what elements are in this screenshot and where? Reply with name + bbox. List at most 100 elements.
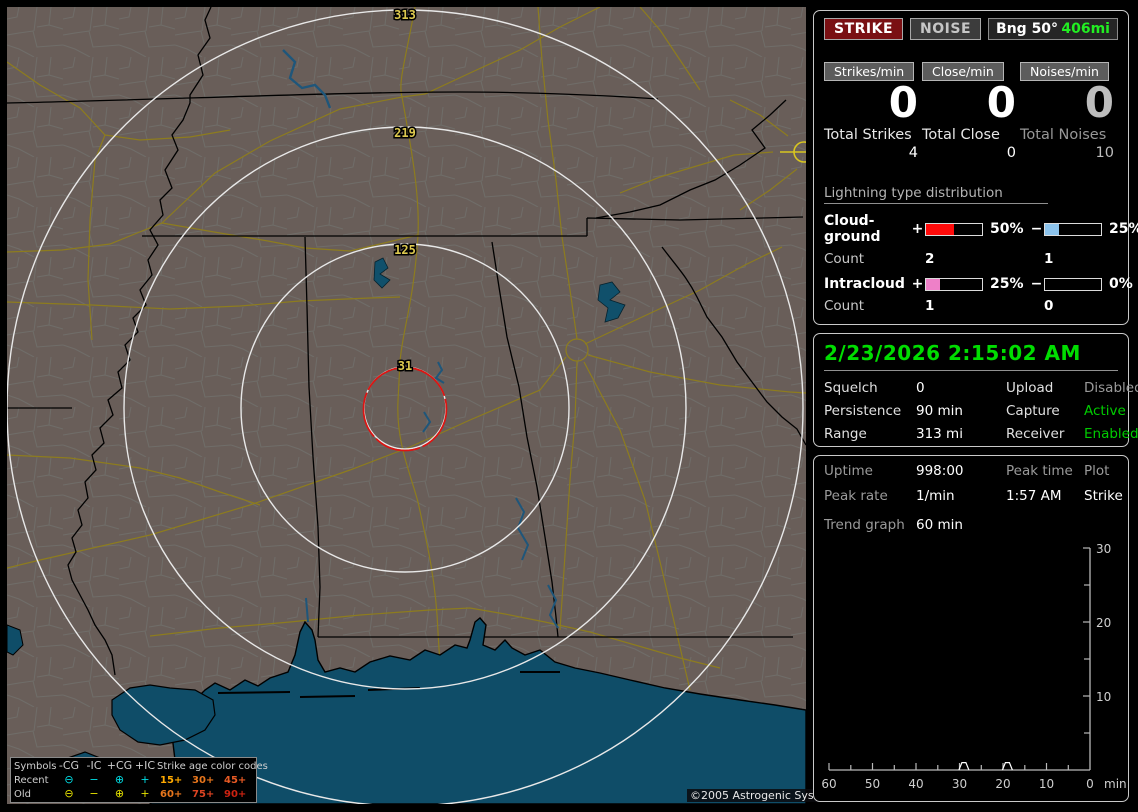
close-per-min-value: 0 (986, 78, 1016, 127)
ring-label-31: 31 (398, 359, 412, 373)
app-window: 313 219 125 31 Symbols -CG -IC +CG +IC S… (0, 0, 1138, 812)
count-label: Count (824, 251, 865, 268)
svg-text:20: 20 (995, 777, 1010, 791)
svg-text:50: 50 (865, 777, 880, 791)
ring-label-125: 125 (394, 243, 416, 257)
intracloud-label: Intracloud (824, 276, 905, 293)
legend-old-label: Old (14, 788, 31, 800)
legend-age-header: Strike age color codes (157, 760, 268, 772)
ic-negative-percent: 0% (1109, 276, 1133, 293)
total-close-label: Total Close (922, 127, 1000, 144)
old-neg-ic-icon: − (89, 787, 99, 800)
peak-rate-label: Peak rate (824, 488, 888, 504)
intracloud-count-row: Count 1 0 (824, 298, 1118, 314)
noise-button[interactable]: NOISE (910, 18, 982, 40)
svg-text:40: 40 (908, 777, 923, 791)
plot-label: Plot (1084, 463, 1110, 479)
trend-graph-label: Trend graph (824, 517, 905, 533)
capture-status: Active (1084, 403, 1126, 419)
bearing-range-display: Bng 50° 406mi (988, 18, 1118, 40)
strikes-per-min-value: 0 (888, 78, 918, 127)
total-noises-label: Total Noises (1020, 127, 1107, 144)
total-close-value: 0 (1006, 145, 1016, 162)
lightning-map[interactable]: 313 219 125 31 (7, 7, 806, 804)
status-panel: 2/23/2026 2:15:02 AM Squelch 0 Upload Di… (813, 333, 1138, 447)
cloud-ground-count-row: Count 2 1 (824, 251, 1118, 267)
plot-value: Strike (1084, 488, 1123, 504)
noises-per-min-value: 0 (1084, 78, 1114, 127)
svg-text:30: 30 (952, 777, 967, 791)
trend-graph-value: 60 min (916, 517, 963, 533)
cg-negative-bar (1044, 222, 1102, 236)
receiver-status: Enabled (1084, 426, 1138, 442)
ring-label-219: 219 (394, 126, 416, 140)
uptime-value: 998:00 (916, 463, 964, 479)
counters-panel: STRIKE NOISE Bng 50° 406mi Strikes/min 0… (813, 10, 1138, 325)
recent-pos-ic-icon: + (140, 773, 150, 786)
receiver-label: Receiver (1006, 426, 1065, 442)
recent-neg-ic-icon: − (89, 773, 99, 786)
age-code-30: 30+ (192, 774, 215, 786)
recent-neg-cg-icon: ⊖ (64, 773, 74, 786)
upload-label: Upload (1006, 380, 1054, 396)
legend-symbols-header: Symbols (14, 760, 57, 772)
stats-panel: Uptime 998:00 Peak time Plot Peak rate 1… (813, 455, 1129, 802)
total-noises-value: 10 (1095, 145, 1114, 162)
ic-positive-count: 1 (925, 298, 935, 315)
ic-positive-bar (925, 277, 983, 291)
recent-pos-cg-icon: ⊕ (114, 773, 125, 786)
svg-text:0: 0 (1086, 777, 1094, 791)
legend-col-neg-cg: -CG (58, 759, 80, 772)
x-axis-unit: min (1104, 777, 1127, 791)
stats-grid: Uptime 998:00 Peak time Plot Peak rate 1… (824, 463, 1123, 504)
old-pos-cg-icon: ⊕ (114, 787, 125, 800)
cg-positive-bar (925, 222, 983, 236)
minus-sign: − (1030, 276, 1043, 293)
y-tick-label-30: 30 (1096, 542, 1111, 556)
peak-rate-value: 1/min (916, 488, 955, 504)
uptime-label: Uptime (824, 463, 873, 479)
age-code-60: 60+ (160, 788, 183, 800)
cg-negative-percent: 25% (1109, 221, 1138, 238)
upload-status: Disabled (1084, 380, 1138, 396)
peak-time-value: 1:57 AM (1006, 488, 1062, 504)
y-tick-label-10: 10 (1096, 690, 1111, 704)
range-value: 313 mi (916, 426, 963, 442)
cloud-ground-label: Cloud-ground (824, 213, 881, 246)
persistence-value: 90 min (916, 403, 963, 419)
count-label: Count (824, 298, 865, 315)
ic-negative-count: 0 (1044, 298, 1054, 315)
cloud-ground-row: Cloud-ground + 50% − 25% (824, 213, 1138, 246)
datetime-display: 2/23/2026 2:15:02 AM (824, 341, 1118, 371)
age-code-45: 45+ (224, 774, 247, 786)
strikes-counter-column: Strikes/min 0 Total Strikes 4 (824, 62, 922, 161)
age-code-75: 75+ (192, 788, 215, 800)
range-label: Range (824, 426, 867, 442)
x-tick-labels: 60 50 40 30 20 10 0 (821, 777, 1093, 791)
distribution-title: Lightning type distribution (824, 185, 1048, 205)
ic-positive-percent: 25% (990, 276, 1024, 293)
status-grid: Squelch 0 Upload Disabled Persistence 90… (824, 380, 1138, 442)
minus-sign: − (1030, 221, 1043, 238)
strike-button[interactable]: STRIKE (824, 18, 904, 40)
plus-sign: + (911, 221, 924, 238)
trend-graph: 30 20 10 60 50 40 30 20 10 0 min (821, 542, 1127, 791)
peak-time-label: Peak time (1006, 463, 1073, 479)
legend-recent-label: Recent (14, 774, 49, 786)
rate-counters: Strikes/min 0 Total Strikes 4 Close/min … (824, 62, 1118, 161)
persistence-label: Persistence (824, 403, 902, 419)
intracloud-row: Intracloud + 25% − 0% (824, 276, 1133, 293)
age-code-90: 90+ (224, 788, 247, 800)
legend-col-neg-ic: -IC (86, 759, 102, 772)
legend-col-pos-cg: +CG (106, 759, 133, 772)
plus-sign: + (911, 276, 924, 293)
y-tick-label-20: 20 (1096, 616, 1111, 630)
x-ticks (828, 763, 1069, 770)
svg-text:10: 10 (1039, 777, 1054, 791)
squelch-label: Squelch (824, 380, 878, 396)
y-ticks (1083, 547, 1090, 734)
ring-label-313: 313 (394, 8, 416, 22)
legend-col-pos-ic: +IC (134, 759, 156, 772)
bearing-value: Bng 50° (996, 21, 1059, 37)
strike-rate-series (958, 762, 1013, 771)
